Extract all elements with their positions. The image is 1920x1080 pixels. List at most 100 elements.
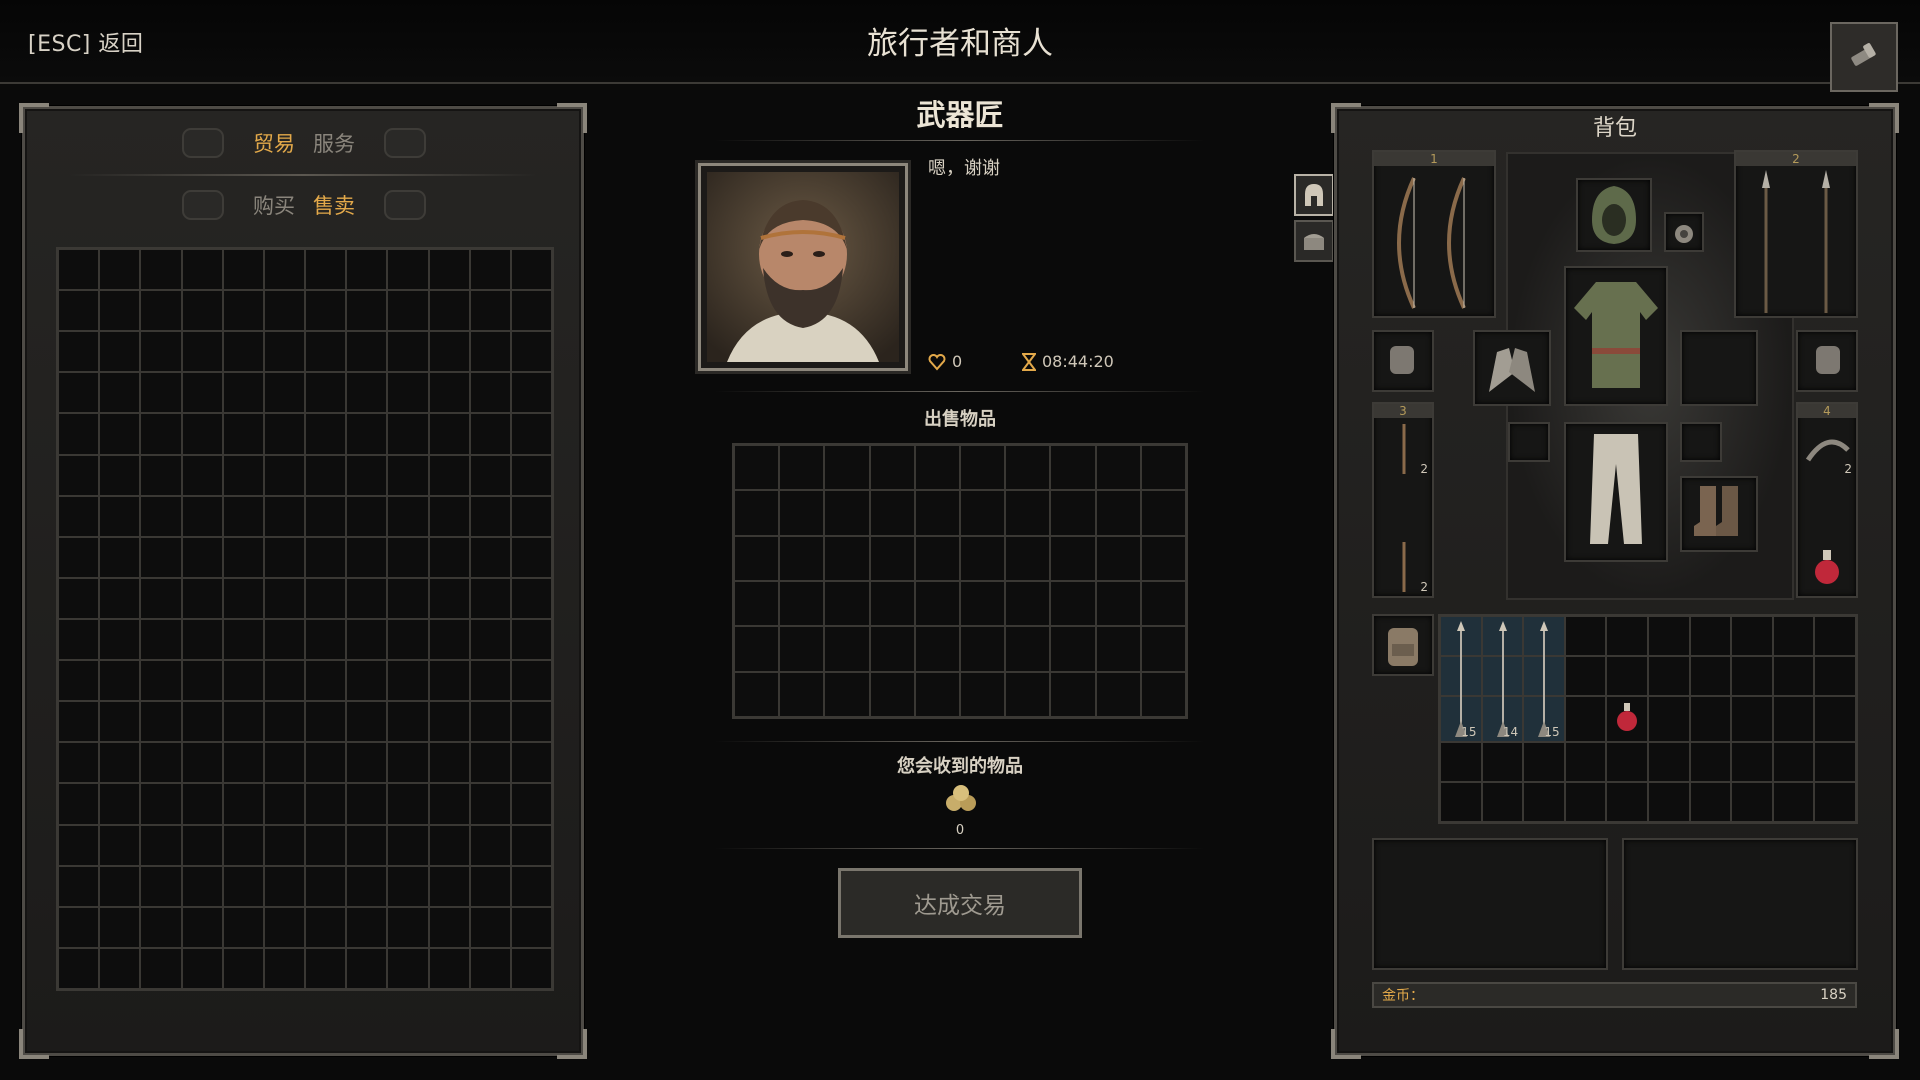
merchant-grid-cell[interactable] xyxy=(305,742,347,784)
sell-grid-cell[interactable] xyxy=(1050,445,1096,491)
merchant-grid-cell[interactable] xyxy=(469,372,511,414)
merchant-grid-cell[interactable] xyxy=(99,824,141,866)
merchant-grid-cell[interactable] xyxy=(140,454,182,496)
sell-grid-cell[interactable] xyxy=(960,671,1006,717)
merchant-grid-cell[interactable] xyxy=(58,454,100,496)
sell-grid-cell[interactable] xyxy=(960,445,1006,491)
merchant-grid-cell[interactable] xyxy=(346,701,388,743)
merchant-grid-cell[interactable] xyxy=(387,618,429,661)
sell-grid-cell[interactable] xyxy=(1140,671,1186,717)
merchant-grid-cell[interactable] xyxy=(346,577,388,619)
merchant-grid-cell[interactable] xyxy=(58,372,100,414)
merchant-grid-cell[interactable] xyxy=(222,290,264,332)
merchant-grid-cell[interactable] xyxy=(510,701,552,743)
sell-grid-cell[interactable] xyxy=(734,671,780,717)
merchant-grid-cell[interactable] xyxy=(99,618,141,661)
sell-grid-cell[interactable] xyxy=(734,580,780,627)
merchant-grid-cell[interactable] xyxy=(58,742,100,784)
merchant-grid-cell[interactable] xyxy=(181,536,223,578)
merchant-grid-cell[interactable] xyxy=(346,618,388,661)
equip-small-slot-left[interactable] xyxy=(1508,422,1550,462)
inventory-cell[interactable] xyxy=(1814,696,1856,742)
merchant-grid-cell[interactable] xyxy=(263,290,305,332)
merchant-grid-cell[interactable] xyxy=(181,290,223,332)
merchant-grid-cell[interactable] xyxy=(181,660,223,702)
sell-grid-cell[interactable] xyxy=(869,445,915,491)
merchant-grid-cell[interactable] xyxy=(181,618,223,661)
merchant-grid-cell[interactable] xyxy=(222,495,264,537)
merchant-grid-cell[interactable] xyxy=(58,536,100,578)
merchant-grid-cell[interactable] xyxy=(263,906,305,948)
merchant-grid-cell[interactable] xyxy=(99,290,141,332)
merchant-grid-cell[interactable] xyxy=(428,454,470,496)
merchant-grid-cell[interactable] xyxy=(346,660,388,702)
merchant-grid-cell[interactable] xyxy=(387,290,429,332)
merchant-grid-cell[interactable] xyxy=(469,536,511,578)
merchant-grid-cell[interactable] xyxy=(305,249,347,291)
merchant-grid-cell[interactable] xyxy=(263,742,305,784)
inventory-cell[interactable] xyxy=(1772,696,1815,742)
merchant-grid-cell[interactable] xyxy=(305,947,347,989)
inventory-cell[interactable] xyxy=(1731,742,1773,782)
merchant-grid-cell[interactable] xyxy=(58,249,100,291)
sell-grid-cell[interactable] xyxy=(1050,535,1096,581)
sell-grid-cell[interactable] xyxy=(960,626,1006,672)
merchant-grid-cell[interactable] xyxy=(58,824,100,866)
merchant-grid-cell[interactable] xyxy=(469,660,511,702)
sell-grid-cell[interactable] xyxy=(779,535,825,581)
inventory-cell[interactable] xyxy=(1772,782,1815,822)
merchant-grid-cell[interactable] xyxy=(140,290,182,332)
inventory-cell[interactable] xyxy=(1772,742,1815,782)
sell-grid-cell[interactable] xyxy=(779,626,825,672)
sell-grid-cell[interactable] xyxy=(914,490,960,536)
merchant-grid-cell[interactable] xyxy=(428,290,470,332)
merchant-grid-cell[interactable] xyxy=(181,947,223,989)
merchant-grid-cell[interactable] xyxy=(305,865,347,907)
merchant-grid-cell[interactable] xyxy=(305,577,347,619)
merchant-grid-cell[interactable] xyxy=(263,495,305,537)
merchant-grid-cell[interactable] xyxy=(387,742,429,784)
inventory-cell[interactable]: 15 xyxy=(1523,621,1565,742)
chest-view-button[interactable] xyxy=(1294,220,1334,262)
merchant-grid-cell[interactable] xyxy=(510,906,552,948)
inventory-cell[interactable] xyxy=(1606,782,1649,822)
merchant-grid-cell[interactable] xyxy=(140,618,182,661)
merchant-grid-cell[interactable] xyxy=(305,618,347,661)
merchant-grid-cell[interactable] xyxy=(263,783,305,825)
merchant-grid-cell[interactable] xyxy=(428,577,470,619)
sell-grid-cell[interactable] xyxy=(824,490,870,536)
merchant-grid-cell[interactable] xyxy=(346,413,388,455)
merchant-grid-cell[interactable] xyxy=(140,742,182,784)
sell-grid-cell[interactable] xyxy=(1140,490,1186,536)
inventory-cell[interactable]: 15 xyxy=(1440,621,1482,742)
merchant-grid-cell[interactable] xyxy=(510,660,552,702)
merchant-grid-cell[interactable] xyxy=(387,536,429,578)
equipment-view-button[interactable] xyxy=(1294,174,1334,216)
merchant-grid-cell[interactable] xyxy=(181,495,223,537)
merchant-grid-cell[interactable] xyxy=(510,536,552,578)
inventory-cell[interactable] xyxy=(1814,742,1856,782)
inventory-cell[interactable] xyxy=(1606,742,1649,782)
merchant-grid-cell[interactable] xyxy=(387,783,429,825)
inventory-cell[interactable] xyxy=(1689,782,1732,822)
merchant-grid-cell[interactable] xyxy=(222,413,264,455)
merchant-grid-cell[interactable] xyxy=(140,495,182,537)
sell-grid-cell[interactable] xyxy=(734,445,780,491)
sell-grid-cell[interactable] xyxy=(1095,671,1141,717)
sell-grid-cell[interactable] xyxy=(734,535,780,581)
merchant-grid-cell[interactable] xyxy=(387,660,429,702)
sell-grid-cell[interactable] xyxy=(1140,445,1186,491)
sell-grid-cell[interactable] xyxy=(824,580,870,627)
merchant-grid-cell[interactable] xyxy=(387,372,429,414)
sell-grid-cell[interactable] xyxy=(824,671,870,717)
inventory-cell[interactable] xyxy=(1814,656,1856,696)
merchant-grid-cell[interactable] xyxy=(99,906,141,948)
subtab-buy[interactable]: 购买 xyxy=(253,190,295,220)
merchant-grid-cell[interactable] xyxy=(387,495,429,537)
merchant-grid-cell[interactable] xyxy=(305,372,347,414)
tab-prev-knob[interactable] xyxy=(182,128,224,158)
inventory-cell[interactable] xyxy=(1481,742,1524,782)
merchant-grid-cell[interactable] xyxy=(222,947,264,989)
merchant-grid-cell[interactable] xyxy=(58,495,100,537)
inventory-cell[interactable] xyxy=(1814,616,1856,656)
